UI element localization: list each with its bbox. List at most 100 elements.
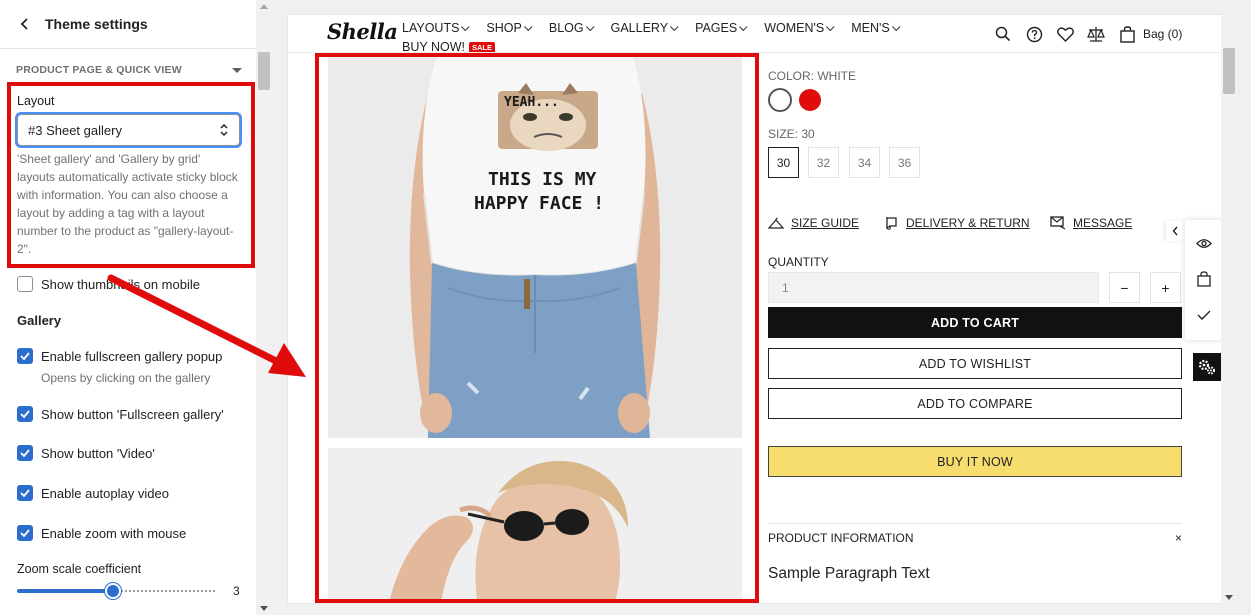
nav-label: SHOP [486,21,522,35]
gallery-heading: Gallery [17,313,62,328]
nav-item-pages[interactable]: PAGES [695,19,748,38]
scrollbar-thumb[interactable] [1223,48,1235,94]
chevron-down-icon [461,22,470,31]
size-option-36[interactable]: 36 [889,147,920,178]
search-icon[interactable] [994,25,1012,43]
buy-it-now-button[interactable]: BUY IT NOW [768,446,1182,477]
nav-label: GALLERY [610,21,669,35]
checkbox-checked[interactable] [17,525,33,541]
quantity-input[interactable]: 1 [768,272,1099,303]
checkbox-checked[interactable] [17,445,33,461]
slider-track [113,590,217,592]
close-icon[interactable]: × [1175,531,1182,545]
add-to-wishlist-button[interactable]: ADD TO WISHLIST [768,348,1182,379]
chevron-down-icon [670,22,679,31]
delivery-return-label: DELIVERY & RETURN [906,216,1030,230]
chevron-down-icon [739,22,748,31]
section-product-page[interactable]: PRODUCT PAGE & QUICK VIEW [16,64,242,76]
size-option-34[interactable]: 34 [849,147,880,178]
size-label: SIZE: [768,127,799,141]
show-thumbnails-row[interactable]: Show thumbnails on mobile [17,276,200,292]
nav-item-mens[interactable]: MEN'S [851,19,901,38]
checkbox-label: Enable zoom with mouse [41,525,187,541]
theme-settings-sidebar: Theme settings PRODUCT PAGE & QUICK VIEW… [0,0,272,615]
slider-knob[interactable] [105,583,121,599]
add-to-cart-button[interactable]: ADD TO CART [768,307,1182,338]
checkbox-sublabel: Opens by clicking on the gallery [41,371,211,385]
fullscreen-popup-row[interactable]: Enable fullscreen gallery popup [17,348,222,364]
product-image-2[interactable] [328,448,742,603]
size-option-30[interactable]: 30 [768,147,799,178]
scrollbar-thumb[interactable] [258,52,270,90]
color-value: WHITE [817,69,857,83]
checkbox-checked[interactable] [17,348,33,364]
layout-select[interactable]: #3 Sheet gallery [17,114,240,146]
compare-icon[interactable] [1087,25,1105,43]
checkbox-checked[interactable] [17,406,33,422]
autoplay-video-row[interactable]: Enable autoplay video [17,485,169,501]
nav-item-blog[interactable]: BLOG [549,19,595,38]
nav-item-gallery[interactable]: GALLERY [610,19,679,38]
quantity-plus-button[interactable]: + [1150,272,1181,303]
size-option-32[interactable]: 32 [808,147,839,178]
show-thumbnails-checkbox[interactable] [17,276,33,292]
select-updown-icon [220,123,228,137]
check-icon [20,449,30,457]
heart-icon[interactable] [1056,25,1074,43]
chevron-down-icon [891,22,901,31]
scroll-up-icon[interactable] [260,4,268,9]
fullscreen-button-row[interactable]: Show button 'Fullscreen gallery' [17,406,224,422]
panel-collapse-tab[interactable] [1166,221,1184,241]
checkbox-checked[interactable] [17,485,33,501]
bag-label[interactable]: Bag (0) [1143,27,1182,41]
tshirt-print-yeah: YEAH... [504,95,559,110]
store-logo[interactable]: Shella [327,19,398,44]
quantity-minus-button[interactable]: − [1109,272,1140,303]
sidebar-scrollbar[interactable] [256,0,272,615]
product-image-1[interactable]: YEAH... THIS IS MY HAPPY FACE ! [328,53,742,438]
message-link[interactable]: MESSAGE [1050,216,1132,230]
floating-quick-panel [1185,220,1223,340]
scroll-down-icon[interactable] [260,606,268,611]
zoom-mouse-row[interactable]: Enable zoom with mouse [17,525,186,541]
store-preview: Shella LAYOUTS SHOP BLOG GALLERY PAGES W… [287,14,1237,604]
checkmark-icon[interactable] [1195,306,1213,324]
message-icon [1050,216,1066,230]
check-icon [20,529,30,537]
preview-scrollbar[interactable] [1221,14,1237,604]
back-arrow-icon[interactable] [18,17,32,31]
header-icons: Bag (0) [994,25,1182,43]
nav-label: MEN'S [851,21,890,35]
video-button-row[interactable]: Show button 'Video' [17,445,155,461]
scroll-down-icon[interactable] [1225,595,1233,600]
bag-icon[interactable] [1195,270,1213,288]
chevron-down-icon [523,22,533,31]
info-divider [768,523,1182,524]
size-guide-link[interactable]: SIZE GUIDE [768,216,859,230]
nav-item-layouts[interactable]: LAYOUTS [402,19,470,38]
size-value: 30 [801,127,815,141]
settings-gear-icon[interactable] [1193,353,1221,381]
help-icon[interactable] [1025,25,1043,43]
nav-item-shop[interactable]: SHOP [486,19,533,38]
product-info-header[interactable]: PRODUCT INFORMATION × [768,531,1182,545]
nav-item-womens[interactable]: WOMEN'S [764,19,835,38]
delivery-return-link[interactable]: DELIVERY & RETURN [885,216,1030,230]
zoom-scale-slider[interactable] [17,583,217,599]
checkbox-label: Show button 'Video' [41,445,155,461]
add-to-compare-button[interactable]: ADD TO COMPARE [768,388,1182,419]
sidebar-title: Theme settings [45,16,148,32]
bag-icon[interactable] [1118,25,1136,43]
size-guide-label: SIZE GUIDE [791,216,860,230]
model-sunglasses-photo [328,448,742,603]
nav-label: WOMEN'S [764,21,825,35]
color-swatch-red[interactable] [799,89,821,111]
layout-help-text: 'Sheet gallery' and 'Gallery by grid' la… [17,152,238,256]
sidebar-header: Theme settings [0,0,256,49]
caret-down-icon[interactable] [232,67,242,73]
model-tshirt-photo [328,53,742,438]
eye-icon[interactable] [1195,234,1213,252]
check-icon [20,410,30,418]
section-label: PRODUCT PAGE & QUICK VIEW [16,64,182,76]
color-swatch-white[interactable] [768,88,792,112]
